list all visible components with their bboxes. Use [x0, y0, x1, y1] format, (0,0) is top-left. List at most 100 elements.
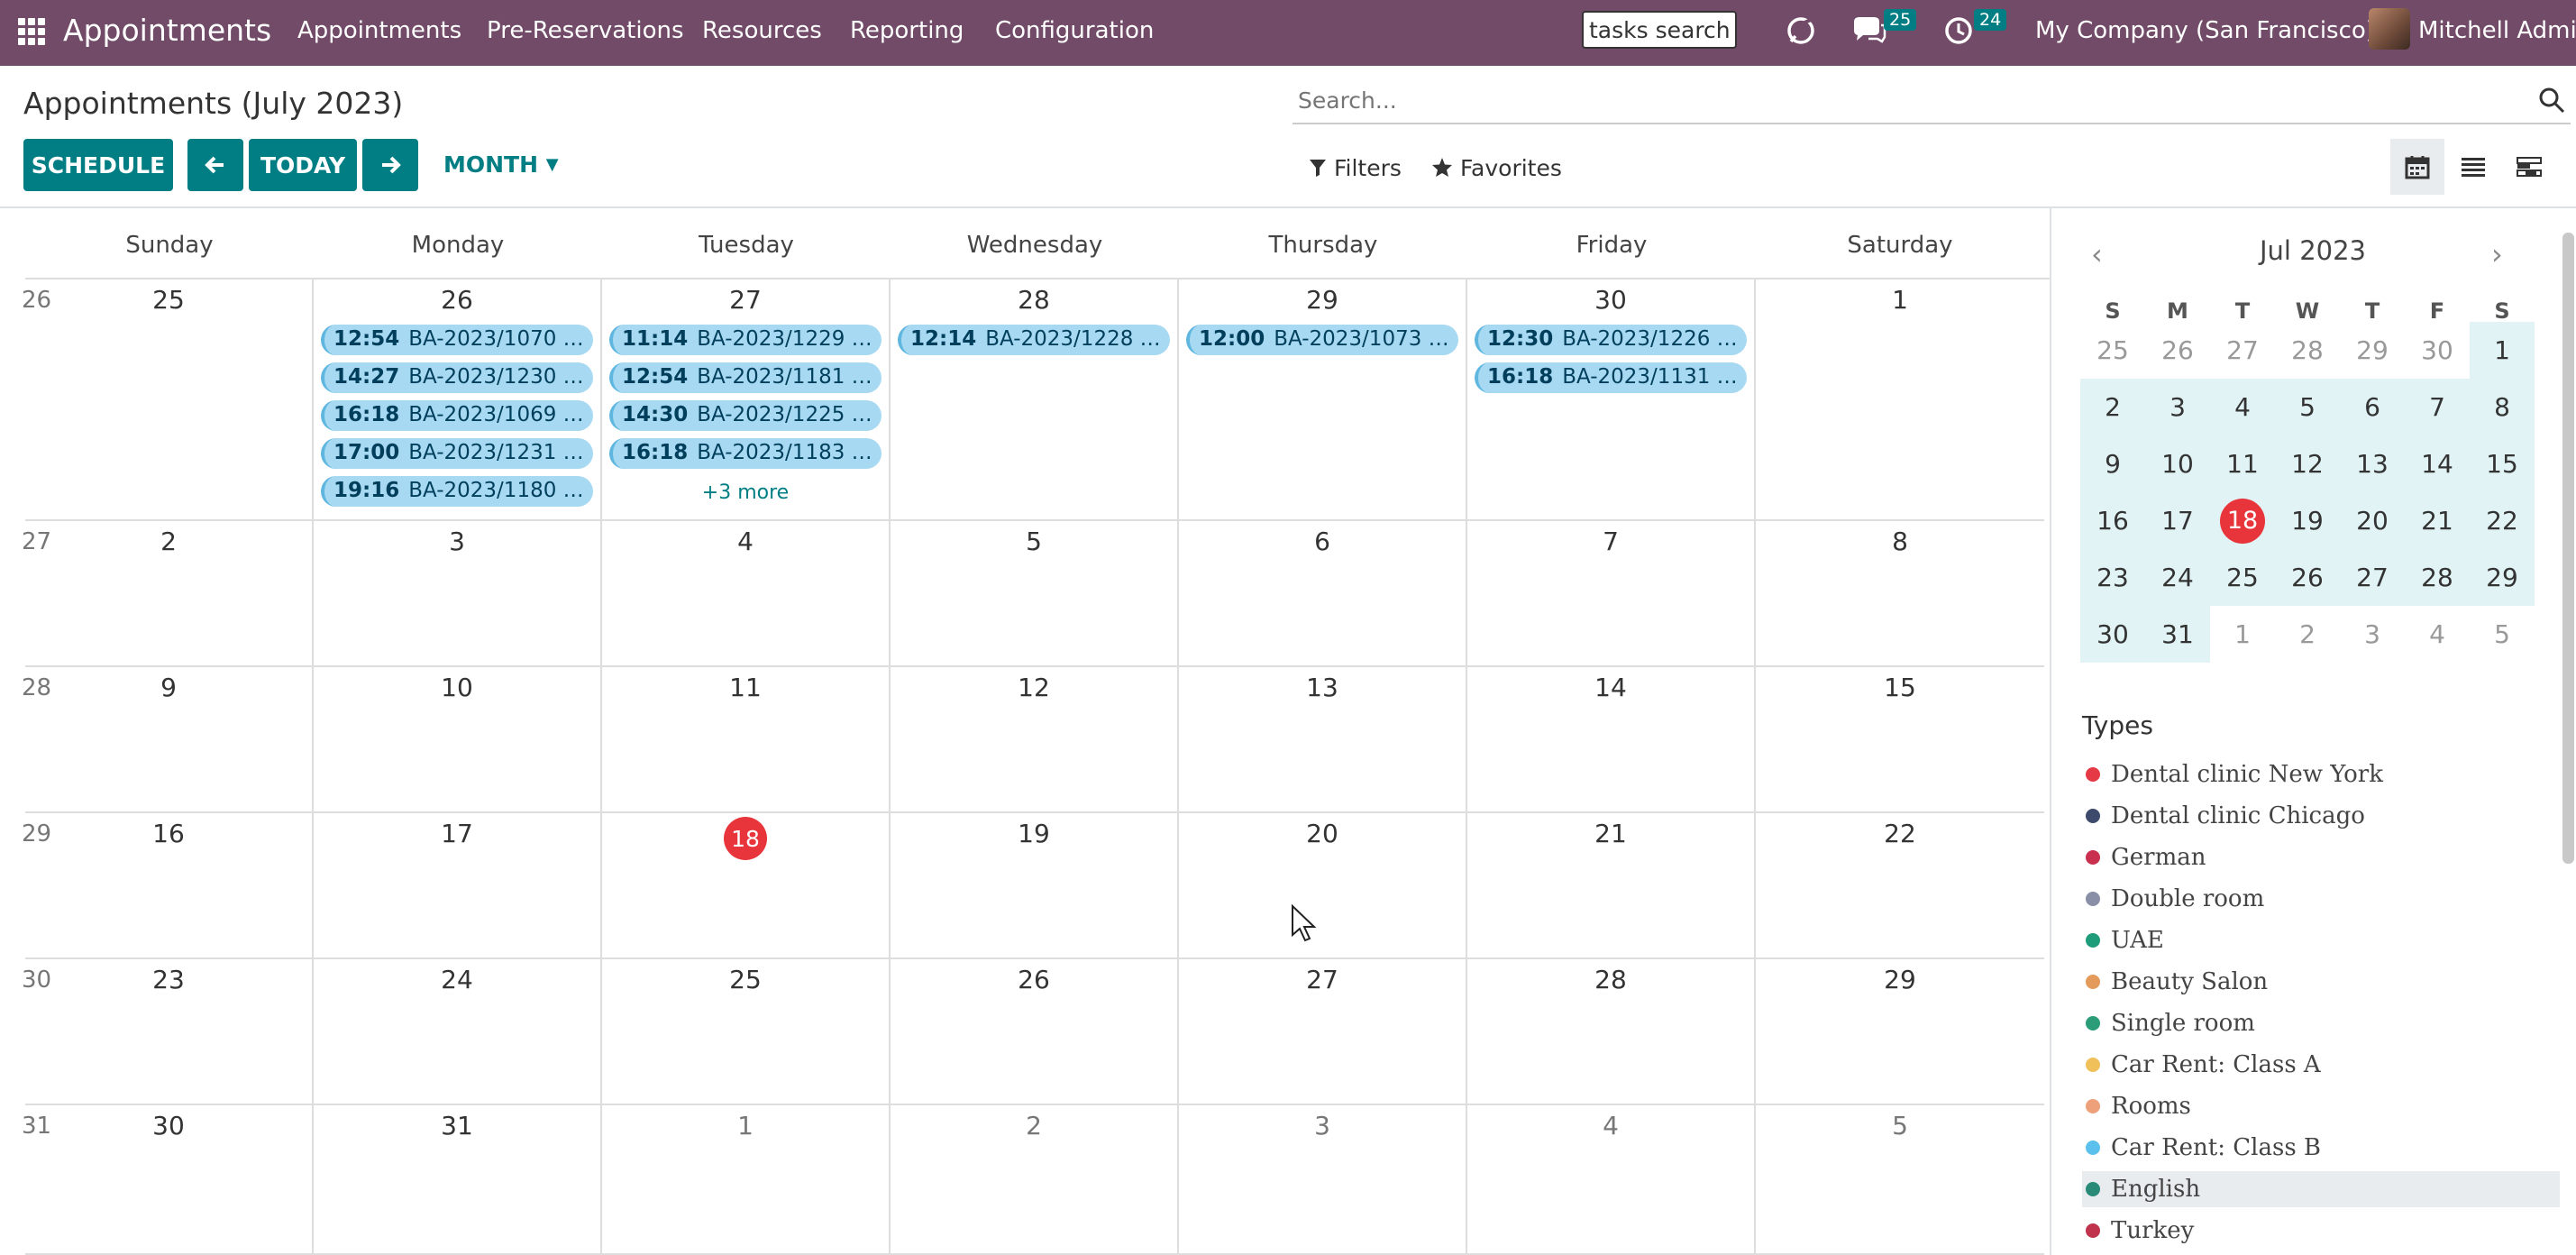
menu-appointments[interactable]: Appointments: [297, 17, 461, 44]
mini-calendar-day[interactable]: 5: [2470, 606, 2535, 663]
calendar-event[interactable]: 16:18 BA-2023/1131 for...: [1475, 362, 1747, 393]
type-filter-item[interactable]: Turkey: [2082, 1213, 2560, 1249]
mini-calendar-day[interactable]: 26: [2275, 549, 2340, 606]
app-name[interactable]: Appointments: [63, 13, 271, 48]
day-cell[interactable]: 18: [602, 813, 891, 959]
mini-calendar-day[interactable]: 31: [2145, 606, 2210, 663]
mini-calendar-day[interactable]: 30: [2080, 606, 2145, 663]
day-cell[interactable]: 24: [314, 959, 602, 1105]
calendar-event[interactable]: 14:27 BA-2023/1230 fo...: [321, 362, 593, 393]
mini-calendar-day[interactable]: 17: [2145, 492, 2210, 549]
day-cell[interactable]: 12: [891, 667, 1179, 813]
scale-dropdown[interactable]: MONTH ▼: [443, 151, 559, 178]
day-cell[interactable]: 13: [1179, 667, 1467, 813]
day-cell[interactable]: 14: [1467, 667, 1756, 813]
filters-button[interactable]: Filters: [1309, 155, 1402, 181]
calendar-event[interactable]: 12:14 BA-2023/1228 fo...: [898, 325, 1170, 355]
mini-calendar-day[interactable]: 22: [2470, 492, 2535, 549]
mini-calendar-prev-icon[interactable]: ‹: [2091, 237, 2103, 271]
day-cell[interactable]: 9: [25, 667, 314, 813]
search-input[interactable]: [1296, 81, 2517, 119]
day-cell[interactable]: 1: [1756, 279, 2044, 521]
mini-calendar-day[interactable]: 18: [2210, 492, 2275, 549]
day-cell[interactable]: 15: [1756, 667, 2044, 813]
day-cell[interactable]: 23: [25, 959, 314, 1105]
menu-resources[interactable]: Resources: [702, 17, 822, 44]
mini-calendar-day[interactable]: 2: [2080, 379, 2145, 435]
company-switcher[interactable]: My Company (San Francisco): [2035, 17, 2375, 44]
sidebar-scrollbar[interactable]: [2562, 233, 2574, 864]
mini-calendar-day[interactable]: 6: [2340, 379, 2405, 435]
day-cell[interactable]: 17: [314, 813, 602, 959]
type-filter-item[interactable]: Single room: [2082, 1005, 2560, 1041]
mini-calendar-day[interactable]: 2: [2275, 606, 2340, 663]
day-cell[interactable]: 29 12:00 BA-2023/1073 fo...: [1179, 279, 1467, 521]
day-cell[interactable]: 4: [1467, 1105, 1756, 1255]
mini-calendar-day[interactable]: 11: [2210, 435, 2275, 492]
mini-calendar-day[interactable]: 28: [2405, 549, 2470, 606]
day-cell[interactable]: 2: [25, 521, 314, 667]
mini-calendar-day[interactable]: 29: [2470, 549, 2535, 606]
day-cell[interactable]: 22: [1756, 813, 2044, 959]
calendar-event[interactable]: 12:30 BA-2023/1226 fo...: [1475, 325, 1747, 355]
mini-calendar-day[interactable]: 4: [2210, 379, 2275, 435]
day-cell[interactable]: 1: [602, 1105, 891, 1255]
calendar-event[interactable]: 16:18 BA-2023/1069 fo...: [321, 400, 593, 431]
day-cell[interactable]: 29: [1756, 959, 2044, 1105]
search-icon[interactable]: [2536, 85, 2567, 115]
list-view-button[interactable]: [2446, 139, 2500, 195]
mini-calendar-day[interactable]: 10: [2145, 435, 2210, 492]
day-cell[interactable]: 16: [25, 813, 314, 959]
mini-calendar-day[interactable]: 13: [2340, 435, 2405, 492]
discuss-icon[interactable]: [1783, 13, 1819, 49]
day-cell[interactable]: 21: [1467, 813, 1756, 959]
mini-calendar-day[interactable]: 29: [2340, 322, 2405, 379]
day-cell[interactable]: 28: [1467, 959, 1756, 1105]
day-cell[interactable]: 8: [1756, 521, 2044, 667]
type-filter-item[interactable]: German: [2082, 839, 2560, 875]
mini-calendar-day[interactable]: 25: [2080, 322, 2145, 379]
mini-calendar-day[interactable]: 1: [2470, 322, 2535, 379]
type-filter-item[interactable]: Rooms: [2082, 1088, 2560, 1124]
mini-calendar-day[interactable]: 4: [2405, 606, 2470, 663]
day-cell[interactable]: 25: [25, 279, 314, 521]
gantt-view-button[interactable]: [2502, 139, 2556, 195]
mini-calendar-day[interactable]: 3: [2145, 379, 2210, 435]
messages-icon[interactable]: [1850, 13, 1886, 49]
day-cell[interactable]: 31: [314, 1105, 602, 1255]
mini-calendar-day[interactable]: 1: [2210, 606, 2275, 663]
day-cell[interactable]: 25: [602, 959, 891, 1105]
previous-button[interactable]: [187, 139, 243, 191]
activities-clock-icon[interactable]: [1942, 13, 1978, 49]
mini-calendar-day[interactable]: 3: [2340, 606, 2405, 663]
day-cell[interactable]: 5: [1756, 1105, 2044, 1255]
type-filter-item[interactable]: UAE: [2082, 922, 2560, 958]
day-cell[interactable]: 2: [891, 1105, 1179, 1255]
day-cell[interactable]: 4: [602, 521, 891, 667]
type-filter-item[interactable]: Beauty Salon: [2082, 964, 2560, 1000]
mini-calendar-day[interactable]: 27: [2210, 322, 2275, 379]
type-filter-item[interactable]: Dental clinic Chicago: [2082, 798, 2560, 834]
day-cell[interactable]: 11: [602, 667, 891, 813]
calendar-event[interactable]: 12:54 BA-2023/1070 fo...: [321, 325, 593, 355]
type-filter-item[interactable]: English: [2082, 1171, 2560, 1207]
calendar-event[interactable]: 11:14 BA-2023/1229 fo...: [609, 325, 882, 355]
mini-calendar-day[interactable]: 26: [2145, 322, 2210, 379]
schedule-button[interactable]: SCHEDULE: [23, 139, 173, 191]
mini-calendar-day[interactable]: 14: [2405, 435, 2470, 492]
mini-calendar-day[interactable]: 27: [2340, 549, 2405, 606]
day-cell[interactable]: 27 11:14 BA-2023/1229 fo... 12:54 BA-2023/11…: [602, 279, 891, 521]
day-cell[interactable]: 27: [1179, 959, 1467, 1105]
day-cell[interactable]: 26 12:54 BA-2023/1070 fo... 14:27 BA-2023/12…: [314, 279, 602, 521]
next-button[interactable]: [362, 139, 418, 191]
day-cell[interactable]: 30 12:30 BA-2023/1226 fo... 16:18 BA-2023/11…: [1467, 279, 1756, 521]
calendar-event[interactable]: 19:16 BA-2023/1180 fo...: [321, 476, 593, 507]
day-cell[interactable]: 3: [314, 521, 602, 667]
mini-calendar-day[interactable]: 24: [2145, 549, 2210, 606]
mini-calendar-day[interactable]: 28: [2275, 322, 2340, 379]
mini-calendar-day[interactable]: 21: [2405, 492, 2470, 549]
mini-calendar-day[interactable]: 16: [2080, 492, 2145, 549]
calendar-event[interactable]: 12:54 BA-2023/1181 for...: [609, 362, 882, 393]
mini-calendar-day[interactable]: 8: [2470, 379, 2535, 435]
calendar-view-button[interactable]: [2390, 139, 2444, 195]
